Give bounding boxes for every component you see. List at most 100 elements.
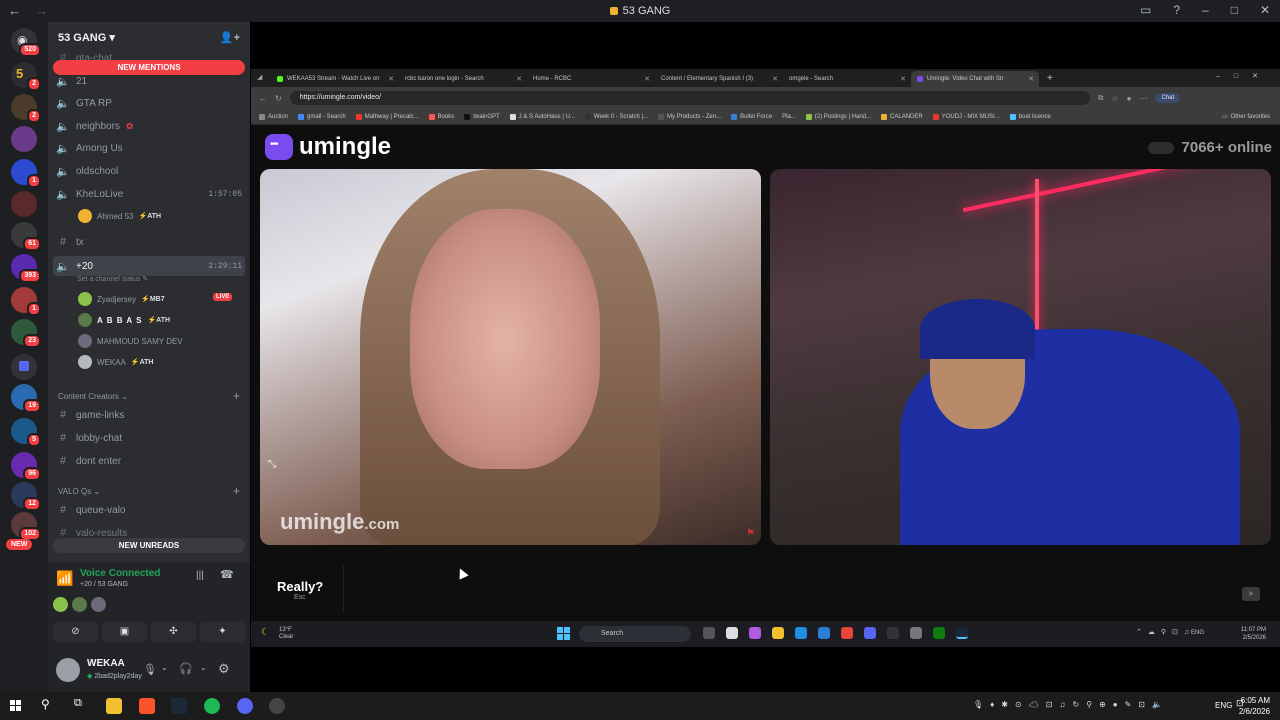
expand-icon[interactable]: ⤡: [268, 459, 276, 470]
server-icon[interactable]: 5: [11, 418, 41, 447]
discord-icon[interactable]: [864, 627, 876, 639]
widgets-icon[interactable]: [726, 627, 738, 639]
headphones-icon[interactable]: 🎧: [179, 662, 193, 675]
browser-tab[interactable]: Content / Elementary Spanish I (3) ✕: [655, 71, 783, 87]
edge-icon[interactable]: [795, 627, 807, 639]
back-arrow-icon[interactable]: ←: [259, 94, 267, 103]
camera-off-icon[interactable]: ⊘: [53, 622, 98, 642]
close-tab-icon[interactable]: ✕: [900, 75, 906, 83]
bookmark[interactable]: Pla...: [782, 114, 796, 120]
close-tab-icon[interactable]: ✕: [1028, 75, 1034, 83]
voice-location[interactable]: +20 / 53 GANG: [80, 581, 128, 588]
tray-icons[interactable]: 🎙♦✱⊙☁⊡♫↻⚲⊕●✎⊡🔈: [973, 700, 1169, 709]
voice-channel[interactable]: 🔈 21: [56, 75, 87, 88]
spotify-icon[interactable]: [204, 698, 220, 714]
steam-icon[interactable]: [171, 698, 187, 714]
server-icon[interactable]: 1: [11, 159, 41, 188]
task-view-icon[interactable]: ⧉: [74, 697, 82, 710]
noise-suppression-icon[interactable]: |||: [196, 570, 204, 581]
new-unreads-pill[interactable]: NEW UNREADS: [53, 538, 245, 553]
server-icon[interactable]: 12: [11, 482, 41, 511]
browser-tab[interactable]: Home - RCBC ✕: [527, 71, 655, 87]
bookmark[interactable]: (2) Postings | Hand...: [805, 113, 871, 120]
xbox-icon[interactable]: [933, 627, 945, 639]
server-icon[interactable]: 23: [11, 319, 41, 348]
server-icon[interactable]: [11, 191, 37, 217]
voice-status[interactable]: Voice Connected: [80, 568, 160, 579]
bookmark[interactable]: YOUDJ - MIX MUSI...: [932, 113, 1000, 120]
windows-start-icon[interactable]: [557, 627, 571, 641]
new-mentions-pill[interactable]: NEW MENTIONS: [53, 60, 245, 75]
menu-icon[interactable]: ⋯: [1139, 94, 1147, 103]
maximize-icon[interactable]: □: [1231, 3, 1238, 17]
server-icon[interactable]: 19: [11, 384, 41, 413]
star-icon[interactable]: ☆: [1111, 94, 1118, 103]
chevron-down-icon[interactable]: ⌄: [200, 663, 207, 672]
voice-user[interactable]: Ahmed 53 ⚡ATH: [78, 209, 161, 223]
chevron-down-icon[interactable]: ⌄: [161, 663, 168, 672]
help-icon[interactable]: ?: [1173, 3, 1180, 17]
voice-user[interactable]: WEKAA ⚡ATH: [78, 355, 154, 369]
taskbar-search[interactable]: Search: [579, 626, 691, 642]
file-explorer-icon[interactable]: [772, 627, 784, 639]
disconnect-icon[interactable]: ☎: [220, 568, 234, 581]
chat-button[interactable]: Chat: [1155, 93, 1181, 103]
language-indicator[interactable]: ENG: [1191, 630, 1204, 636]
bookmark[interactable]: My Products - Zen...: [658, 113, 721, 120]
send-icon[interactable]: ➤: [1242, 587, 1260, 601]
bookmark[interactable]: Week 0 - Scratch |...: [584, 113, 648, 120]
settings-icon[interactable]: [910, 627, 922, 639]
server-header[interactable]: 53 GANG ▾ 👤+: [48, 22, 250, 52]
folder-icon[interactable]: [11, 354, 37, 380]
minimize-icon[interactable]: –: [1202, 3, 1209, 17]
windows-start-icon[interactable]: [10, 700, 22, 712]
voice-user[interactable]: Zyadjersey ⚡MB7: [78, 292, 165, 306]
soundboard-icon[interactable]: ✦: [200, 622, 245, 642]
profile-icon[interactable]: ●: [1127, 94, 1132, 103]
voice-channel[interactable]: 🔈 oldschool: [56, 165, 118, 178]
voice-channel[interactable]: 🔈 KheLoLive: [56, 188, 123, 201]
discord-icon[interactable]: [237, 698, 253, 714]
voice-user[interactable]: A B B A S ⚡ATH: [78, 313, 170, 327]
file-explorer-icon[interactable]: [106, 698, 122, 714]
app-icon[interactable]: [887, 627, 899, 639]
chat-input[interactable]: [343, 565, 1263, 613]
browser-tab[interactable]: rcbc baron one login - Search ✕: [399, 71, 527, 87]
bookmark[interactable]: twainGPT: [464, 113, 500, 120]
text-channel[interactable]: # lobby-chat: [56, 432, 122, 444]
close-icon[interactable]: ✕: [1260, 3, 1270, 17]
close-tab-icon[interactable]: ✕: [644, 75, 650, 83]
category-header[interactable]: VALO Qs ⌄: [58, 487, 100, 496]
channel-status[interactable]: Set a channel status ✎: [77, 275, 148, 283]
text-channel[interactable]: # queue-valo: [56, 504, 126, 516]
clock[interactable]: 6:05 AM 2/6/2026: [1239, 695, 1270, 717]
skip-button[interactable]: Really? Esc: [277, 579, 323, 601]
close-tab-icon[interactable]: ✕: [388, 75, 394, 83]
avatar[interactable]: [56, 658, 80, 682]
server-icon[interactable]: 5 2: [11, 62, 41, 91]
weather-widget[interactable]: 13°F Clear: [279, 627, 293, 641]
browser-tab[interactable]: WEKAA53 Stream - Watch Live on ✕: [271, 71, 399, 87]
url-bar[interactable]: https://umingle.com/video/: [289, 91, 1090, 105]
brave-icon[interactable]: [139, 698, 155, 714]
search-icon[interactable]: ⚲: [41, 697, 50, 711]
server-icon[interactable]: 1: [11, 287, 41, 316]
bookmark[interactable]: gmail - Search: [298, 113, 346, 120]
browser-tab[interactable]: omgele - Search ✕: [783, 71, 911, 87]
chrome-icon[interactable]: [841, 627, 853, 639]
gear-icon[interactable]: ⚙: [218, 661, 230, 677]
task-view-icon[interactable]: [703, 627, 715, 639]
voice-channel[interactable]: 🔈 Among Us: [56, 142, 123, 155]
obs-icon[interactable]: [269, 698, 285, 714]
server-icon[interactable]: 96: [11, 452, 41, 481]
new-unreads-badge[interactable]: NEW: [6, 539, 33, 550]
text-channel[interactable]: # dont enter: [56, 455, 121, 467]
tray-icons[interactable]: ⌃☁⚲⊡♫: [1136, 628, 1195, 636]
umingle-logo[interactable]: umingle: [265, 133, 391, 161]
clock[interactable]: 11:07 PM 2/5/2026: [1241, 626, 1266, 642]
bookmark[interactable]: boat licence: [1009, 113, 1051, 120]
server-icon[interactable]: 2: [11, 94, 41, 123]
other-favorites[interactable]: ▭ Other favorites: [1222, 113, 1270, 121]
screen-share-icon[interactable]: ▣: [102, 622, 147, 642]
activities-icon[interactable]: ✣: [151, 622, 196, 642]
